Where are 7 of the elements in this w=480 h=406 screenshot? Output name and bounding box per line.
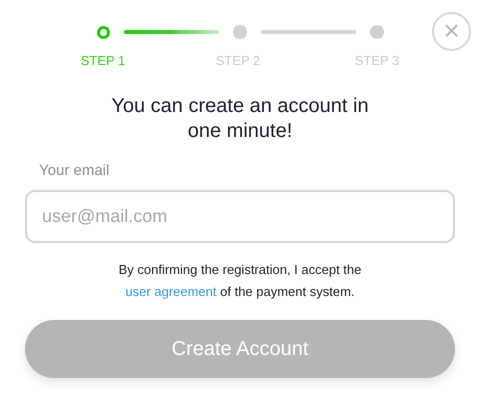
email-label: Your email — [39, 160, 110, 180]
heading: You can create an account in one minute! — [110, 94, 370, 144]
user-agreement-link[interactable]: user agreement — [125, 284, 217, 299]
step-label: STEP 1 — [80, 52, 126, 70]
consent-text: By confirming the registration, I accept the user agreement of the payment system. — [118, 261, 362, 301]
email-field[interactable]: user@mail.com — [25, 190, 455, 243]
close-button[interactable]: × — [432, 12, 471, 51]
